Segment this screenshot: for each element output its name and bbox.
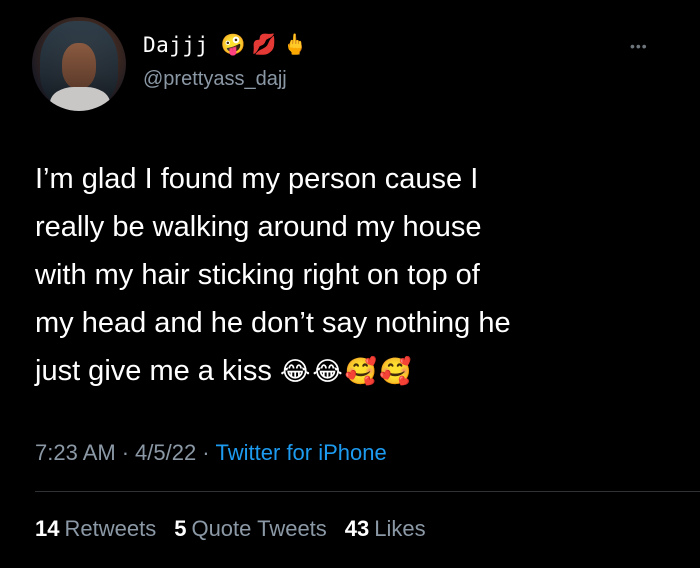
retweets-stat[interactable]: 14 Retweets <box>35 516 156 542</box>
middle-finger-emoji-icon: 🖕 <box>282 34 308 56</box>
tweet-stats: 14 Retweets 5 Quote Tweets 43 Likes <box>35 516 426 542</box>
tweet-text-line: just give me a kiss <box>35 355 272 387</box>
tweet-meta: 7:23 AM · 4/5/22 · Twitter for iPhone <box>35 440 387 466</box>
laughing-and-love-emojis-icon: 😂😂🥰🥰 <box>279 356 414 386</box>
retweets-count: 14 <box>35 516 60 541</box>
quote-tweets-label: Quote Tweets <box>191 516 327 541</box>
meta-separator: · <box>202 440 210 465</box>
quote-tweets-count: 5 <box>174 516 187 541</box>
tweet-date[interactable]: 4/5/22 <box>135 440 196 466</box>
tweet-source-link[interactable]: Twitter for iPhone <box>216 440 387 466</box>
author-display-name[interactable]: Dajjj <box>143 33 209 57</box>
avatar-body <box>50 87 110 111</box>
avatar[interactable] <box>32 17 126 111</box>
more-options-icon[interactable]: ••• <box>630 38 648 54</box>
quote-tweets-stat[interactable]: 5 Quote Tweets <box>174 516 327 542</box>
tweet-time[interactable]: 7:23 AM <box>35 440 116 466</box>
kiss-mark-emoji-icon: 💋 <box>251 34 277 56</box>
tweet-text-line: I’m glad I found my person cause I <box>35 163 479 195</box>
avatar-face <box>62 43 96 89</box>
tweet-text-line: my head and he don’t say nothing he <box>35 307 511 339</box>
tweet-text-line: with my hair sticking right on top of <box>35 259 480 291</box>
divider <box>35 491 700 492</box>
retweets-label: Retweets <box>64 516 157 541</box>
likes-count: 43 <box>344 516 370 541</box>
tweet-text-line: really be walking around my house <box>35 211 482 243</box>
tweet-text: I’m glad I found my person cause I reall… <box>35 155 665 395</box>
likes-stat[interactable]: 43 Likes <box>345 516 426 542</box>
author-handle[interactable]: @prettyass_dajj <box>143 68 287 91</box>
author-name-row: Dajjj 🤪 💋 🖕 <box>143 33 307 57</box>
meta-separator: · <box>121 440 130 465</box>
likes-label: Likes <box>374 516 426 541</box>
zany-face-emoji-icon: 🤪 <box>220 34 246 56</box>
tweet-text-line-last: just give me a kiss 😂😂🥰🥰 <box>35 347 665 395</box>
